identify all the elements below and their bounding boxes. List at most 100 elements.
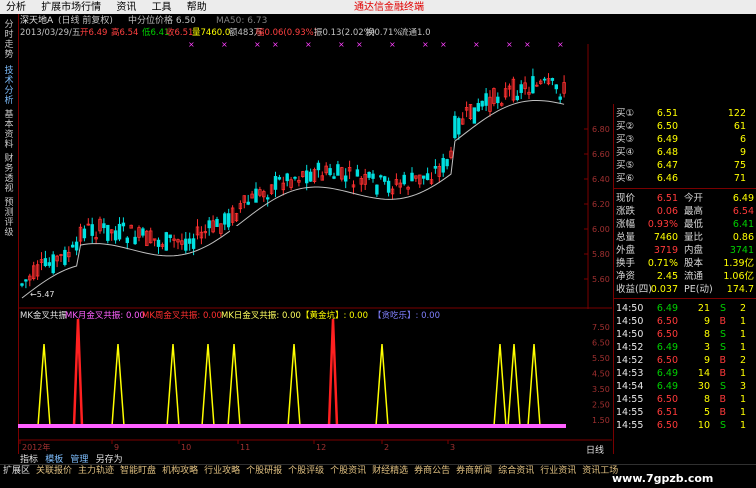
bottom-link[interactable]: 扩展区 xyxy=(0,465,33,478)
signal-spike xyxy=(166,343,180,427)
bottom-link[interactable]: 行业资讯 xyxy=(537,465,579,478)
tick-row: 14:55 6.50 10 S 1 xyxy=(616,420,746,431)
candle-body xyxy=(246,201,250,205)
stat-row: 涨幅 0.93% 最低 6.41 xyxy=(616,219,754,230)
bottom-link[interactable]: 个股研报 xyxy=(243,465,285,478)
chart-period: (日线 前复权) xyxy=(58,14,113,26)
hidden-panel xyxy=(230,226,440,262)
mid-price: 中分位价格 6.50 xyxy=(128,14,196,26)
menu-help[interactable]: 帮助 xyxy=(181,0,213,14)
menu-tools[interactable]: 工具 xyxy=(146,0,178,14)
stat-row: 现价 6.51 今开 6.49 xyxy=(616,193,754,204)
indicator-tick: 1.50 xyxy=(592,416,610,425)
bottom-link[interactable]: 券商新闻 xyxy=(453,465,495,478)
candle-body xyxy=(484,93,488,106)
tab-profile[interactable]: 基本资料 xyxy=(2,110,16,150)
tab-rating[interactable]: 预测评级 xyxy=(2,198,16,238)
kline-chart[interactable]: 深天地A (日线 前复权) 中分位价格 6.50 MA50: 6.73 2013… xyxy=(18,14,612,454)
candle-body xyxy=(402,174,406,185)
bottom-link[interactable]: 财经精选 xyxy=(369,465,411,478)
candle-body xyxy=(47,262,51,266)
signal-marker: × xyxy=(506,40,513,49)
indicator-greedy: 【贪吃乐】: 0.00 xyxy=(373,310,440,321)
candle-body xyxy=(285,173,289,182)
candle-body xyxy=(410,172,414,182)
candle-body xyxy=(71,244,75,248)
bid-row: 买⑥ 6.46 71 xyxy=(616,173,746,184)
menu-analysis[interactable]: 分析 xyxy=(0,0,32,14)
tick-row: 14:52 6.50 9 B 2 xyxy=(616,355,746,366)
candle-body xyxy=(382,176,387,182)
candle-body xyxy=(343,175,348,182)
candle-body xyxy=(379,175,383,178)
candle-body xyxy=(542,78,547,81)
quote-panel: 买① 6.51 122 买② 6.50 61 买③ 6.49 6 买④ 6.48 9 买⑤ 6.47 75 买… xyxy=(613,104,756,454)
bottom-link[interactable]: 行业攻略 xyxy=(201,465,243,478)
candle-body xyxy=(332,176,336,179)
signal-marker: × xyxy=(422,40,429,49)
signal-marker: × xyxy=(557,40,564,49)
candle-body xyxy=(106,224,110,241)
date-tick: 2012年 xyxy=(22,442,50,452)
candle-body xyxy=(187,238,192,244)
signal-marker: × xyxy=(254,40,261,49)
tab-technical[interactable]: 技术分析 xyxy=(2,66,16,106)
date-tick: 9 xyxy=(114,443,119,452)
left-tab-bar: 分时走势 技术分析 基本资料 财务透视 预测评级 xyxy=(0,14,19,454)
bar-change: 幅0.06(0.93%) xyxy=(256,27,317,38)
tick-row: 14:50 6.50 8 S 1 xyxy=(616,329,746,340)
indicator-tick: 3.50 xyxy=(592,385,610,394)
ma-line xyxy=(21,99,565,299)
candle-body xyxy=(20,283,24,286)
indicator-name: MK金叉共振 xyxy=(20,310,67,321)
bottom-link[interactable]: 个股资讯 xyxy=(327,465,369,478)
price-tick: 6.20 xyxy=(592,200,610,209)
signal-marker: × xyxy=(389,40,396,49)
divider xyxy=(614,188,756,189)
period-label[interactable]: 日线 xyxy=(586,443,604,456)
bottom-link[interactable]: 关联报价 xyxy=(33,465,75,478)
candle-body xyxy=(223,213,227,225)
candle-body xyxy=(441,157,445,173)
menu-extended-market[interactable]: 扩展市场行情 xyxy=(35,0,107,14)
bid-row: 买③ 6.49 6 xyxy=(616,134,746,145)
candle-body xyxy=(550,78,555,81)
tab-intraday[interactable]: 分时走势 xyxy=(2,20,16,60)
candle-body xyxy=(531,76,535,94)
tab-finance[interactable]: 财务透视 xyxy=(2,154,16,194)
candle-body xyxy=(316,162,321,171)
bottom-link[interactable]: 综合资讯 xyxy=(495,465,537,478)
candle-body xyxy=(265,197,270,200)
indicator-tick: 6.50 xyxy=(592,339,610,348)
price-tick: 5.60 xyxy=(592,275,610,284)
candle-body xyxy=(82,228,87,239)
candle-body xyxy=(386,180,391,193)
tick-row: 14:53 6.49 14 B 1 xyxy=(616,368,746,379)
candle-body xyxy=(472,107,477,124)
bar-volume: 量7460.0 xyxy=(192,28,230,38)
bottom-link[interactable]: 主力轨迹 xyxy=(75,465,117,478)
signal-spike xyxy=(507,343,521,427)
signal-marker: × xyxy=(473,40,480,49)
price-tick: 6.60 xyxy=(592,150,610,159)
promo-link[interactable]: 通达信金融终端 xyxy=(348,0,430,14)
candle-body xyxy=(336,164,340,176)
candle-body xyxy=(308,171,313,182)
candle-body xyxy=(445,159,449,167)
candle-body xyxy=(113,230,118,241)
candle-body xyxy=(125,237,129,243)
candle-body xyxy=(277,177,282,180)
menu-info[interactable]: 资讯 xyxy=(110,0,142,14)
candle-body xyxy=(480,100,484,107)
candle-body xyxy=(496,96,500,104)
candle-body xyxy=(425,173,430,181)
candle-body xyxy=(207,220,211,229)
bottom-link[interactable]: 券商公告 xyxy=(411,465,453,478)
ma50: MA50: 6.73 xyxy=(216,16,267,26)
bar-turnover: 换0.71% xyxy=(366,27,402,38)
signal-spike xyxy=(527,343,541,427)
bar-close: 收6.51 xyxy=(166,27,193,38)
bottom-link[interactable]: 个股评级 xyxy=(285,465,327,478)
bottom-link[interactable]: 智能盯盘 xyxy=(117,465,159,478)
bottom-link[interactable]: 机构攻略 xyxy=(159,465,201,478)
